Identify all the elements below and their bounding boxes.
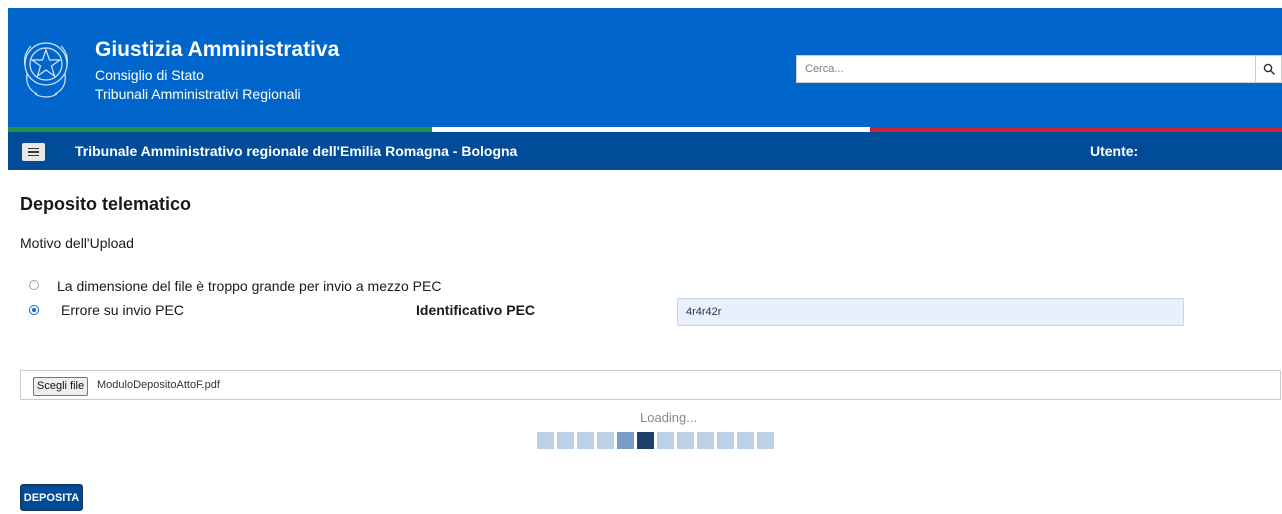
site-title: Giustizia Amministrativa [95,38,340,61]
loading-square [537,432,554,449]
upload-reason-label: Motivo dell'Upload [20,235,134,251]
loading-square [757,432,774,449]
loading-square [617,432,634,449]
loading-square [657,432,674,449]
loading-square [577,432,594,449]
loading-indicator [537,432,774,449]
loading-square [637,432,654,449]
site-header: Giustizia Amministrativa Consiglio di St… [8,8,1282,127]
loading-text: Loading... [640,410,698,425]
choose-file-button[interactable]: Scegli file [33,377,89,396]
user-label: Utente: [1090,143,1139,159]
page-title: Deposito telematico [20,194,192,214]
site-subtitle-tribunals: Tribunali Amministrativi Regionali [95,86,301,102]
loading-square [677,432,694,449]
loading-square [737,432,754,449]
navigation-bar: Tribunale Amministrativo regionale dell'… [8,132,1282,170]
search-icon [1263,63,1275,75]
option-file-too-large-label: La dimensione del file è troppo grande p… [57,278,442,294]
radio-pec-error[interactable] [29,305,39,315]
loading-square [597,432,614,449]
pec-id-input[interactable] [677,298,1184,326]
site-subtitle-council: Consiglio di Stato [95,67,204,83]
search-button[interactable] [1255,55,1282,83]
loading-square [697,432,714,449]
emblem-icon [24,42,68,98]
loading-square [557,432,574,449]
tribunal-title: Tribunale Amministrativo regionale dell'… [75,143,518,159]
file-picker: Scegli file ModuloDepositoAttoF.pdf [20,370,1281,400]
hamburger-menu-icon[interactable] [22,143,45,161]
selected-file-name: ModuloDepositoAttoF.pdf [97,379,220,391]
deposita-button[interactable]: DEPOSITA [20,484,83,511]
loading-square [717,432,734,449]
pec-id-label: Identificativo PEC [416,302,536,318]
option-pec-error-label: Errore su invio PEC [61,302,184,318]
radio-file-too-large[interactable] [29,280,39,290]
search-input[interactable] [796,55,1255,83]
